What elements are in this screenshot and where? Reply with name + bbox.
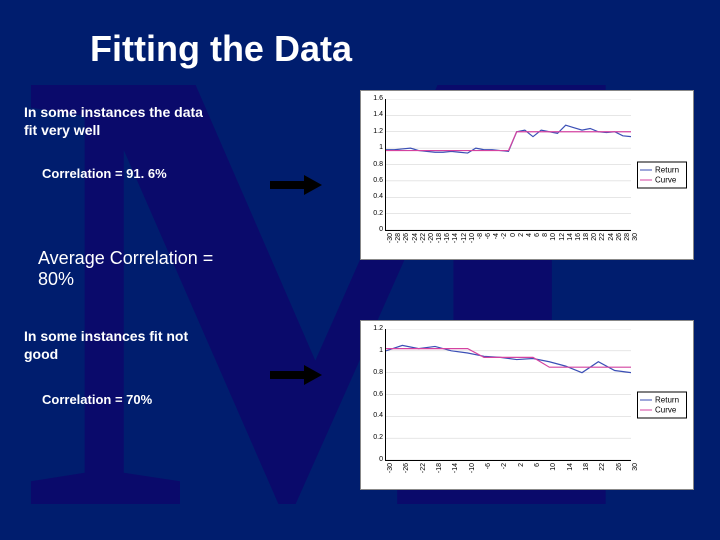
chart-2-plot — [385, 329, 631, 461]
ytick: 0.2 — [367, 210, 383, 217]
chart-1-plot — [385, 99, 631, 231]
ytick: 0 — [367, 456, 383, 463]
ytick: 0.2 — [367, 434, 383, 441]
intro-text-1: In some instances the data fit very well — [24, 104, 244, 139]
slide-content: Fitting the Data In some instances the d… — [0, 0, 720, 540]
chart-1-legend: Return Curve — [637, 162, 687, 189]
legend-swatch-curve — [640, 179, 652, 181]
legend-swatch-return — [640, 169, 652, 171]
legend-label-curve: Curve — [655, 176, 676, 185]
ytick: 0.4 — [367, 412, 383, 419]
page-title: Fitting the Data — [90, 28, 352, 70]
legend-swatch-return-2 — [640, 399, 652, 401]
legend-label-return: Return — [655, 166, 679, 175]
chart-2: Return Curve 00.20.40.60.811.2-30-26-22-… — [360, 320, 694, 490]
ytick: 1.2 — [367, 128, 383, 135]
ytick: 0.6 — [367, 391, 383, 398]
correlation-1: Correlation = 91. 6% — [42, 166, 167, 182]
ytick: 0 — [367, 226, 383, 233]
average-correlation: Average Correlation = 80% — [38, 248, 213, 290]
legend-swatch-curve-2 — [640, 409, 652, 411]
ytick: 0.4 — [367, 193, 383, 200]
chart-1: Return Curve 00.20.40.60.811.21.41.6-30-… — [360, 90, 694, 260]
correlation-2: Correlation = 70% — [42, 392, 152, 408]
chart-2-legend: Return Curve — [637, 392, 687, 419]
legend-label-return-2: Return — [655, 396, 679, 405]
xtick: 30 — [632, 463, 654, 481]
ytick: 1 — [367, 144, 383, 151]
ytick: 1.2 — [367, 325, 383, 332]
ytick: 0.8 — [367, 161, 383, 168]
xtick: 30 — [632, 233, 654, 251]
arrow-icon-1 — [270, 175, 322, 195]
ytick: 0.6 — [367, 177, 383, 184]
arrow-icon-2 — [270, 365, 322, 385]
ytick: 1 — [367, 347, 383, 354]
ytick: 0.8 — [367, 369, 383, 376]
ytick: 1.6 — [367, 95, 383, 102]
legend-label-curve-2: Curve — [655, 406, 676, 415]
intro-text-2: In some instances fit not good — [24, 328, 244, 363]
ytick: 1.4 — [367, 111, 383, 118]
